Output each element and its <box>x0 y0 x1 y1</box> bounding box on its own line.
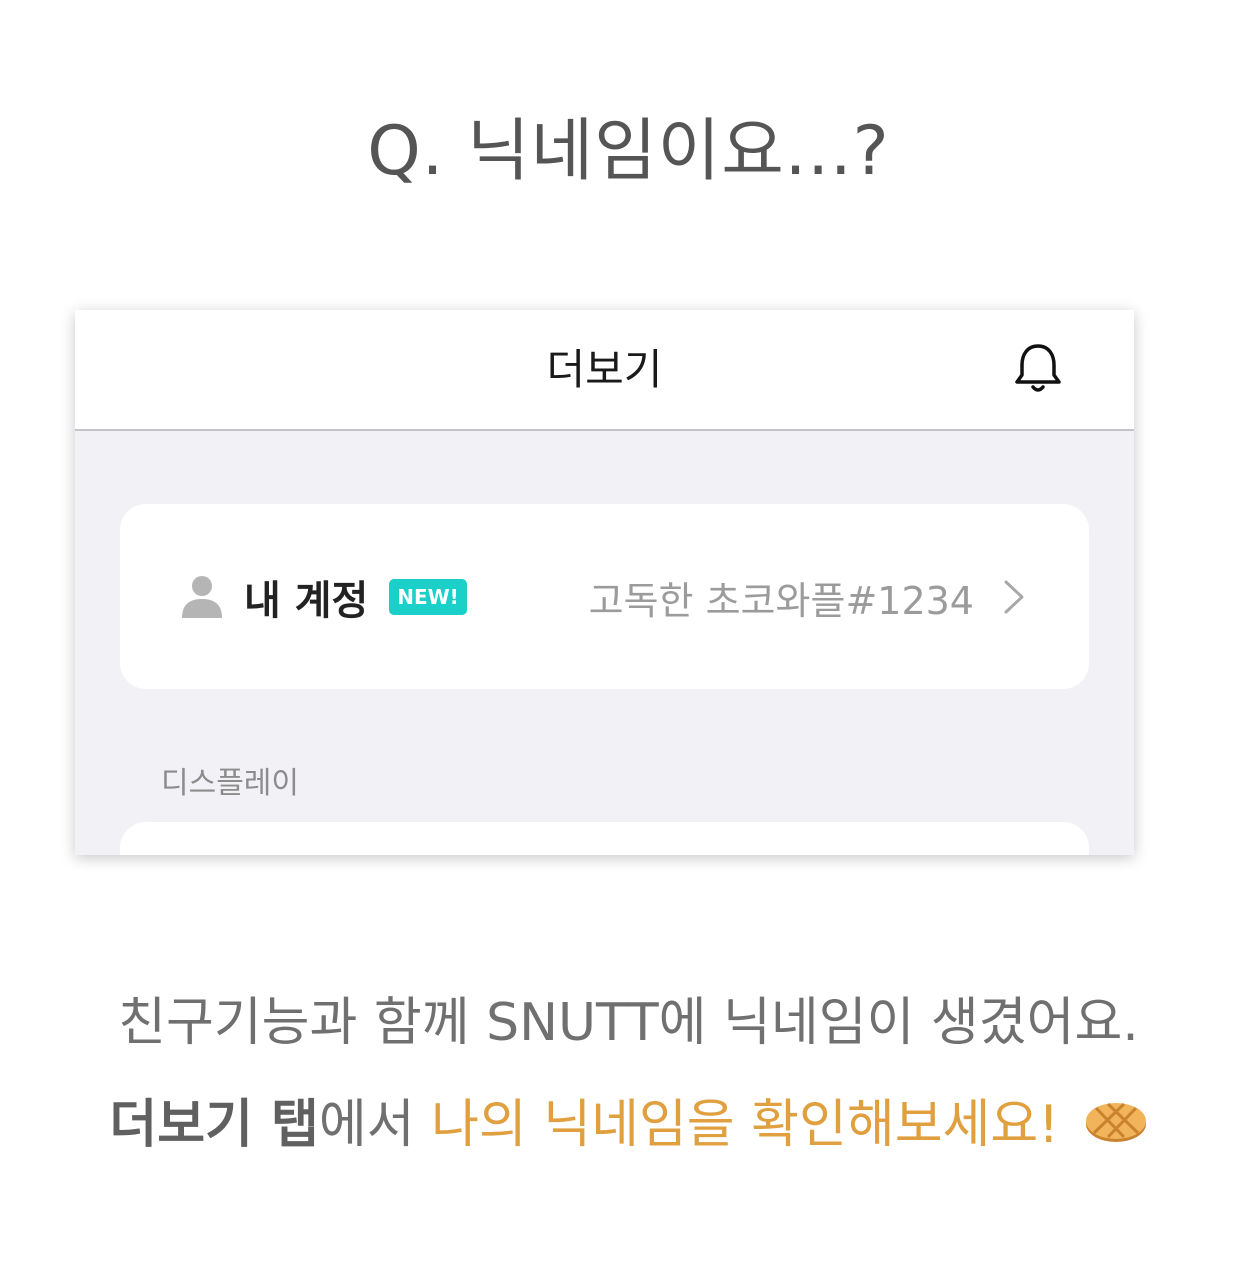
nav-title: 더보기 <box>546 345 663 394</box>
caption-bold-text: 더보기 탭 <box>109 1095 319 1155</box>
navigation-bar: 더보기 <box>75 310 1134 431</box>
display-section-label: 디스플레이 <box>161 766 299 801</box>
my-account-row[interactable]: 내 계정 NEW! 고독한 초코와플#1234 <box>120 504 1089 689</box>
account-label: 내 계정 <box>244 578 369 624</box>
app-screenshot: 더보기 내 계정 NEW! 고독한 초코와플#1234 디스플레이 <box>75 310 1134 855</box>
caption-mid-text: 에서 <box>318 1095 432 1155</box>
chevron-right-icon <box>1004 580 1024 614</box>
display-settings-card <box>120 822 1089 855</box>
caption-line-1: 친구기능과 함께 SNUTT에 닉네임이 생겼어요. <box>118 993 1139 1053</box>
bell-icon[interactable] <box>1012 341 1064 397</box>
waffle-icon <box>1085 1102 1146 1142</box>
caption-line-2: 더보기 탭에서 나의 닉네임을 확인해보세요! <box>0 1082 1257 1157</box>
new-badge: NEW! <box>389 579 467 615</box>
page-heading: Q. 닉네임이요...? <box>367 112 890 191</box>
caption-accent-text: 나의 닉네임을 확인해보세요! <box>431 1095 1060 1155</box>
person-icon <box>182 576 222 618</box>
nickname-value: 고독한 초코와플#1234 <box>588 579 974 623</box>
